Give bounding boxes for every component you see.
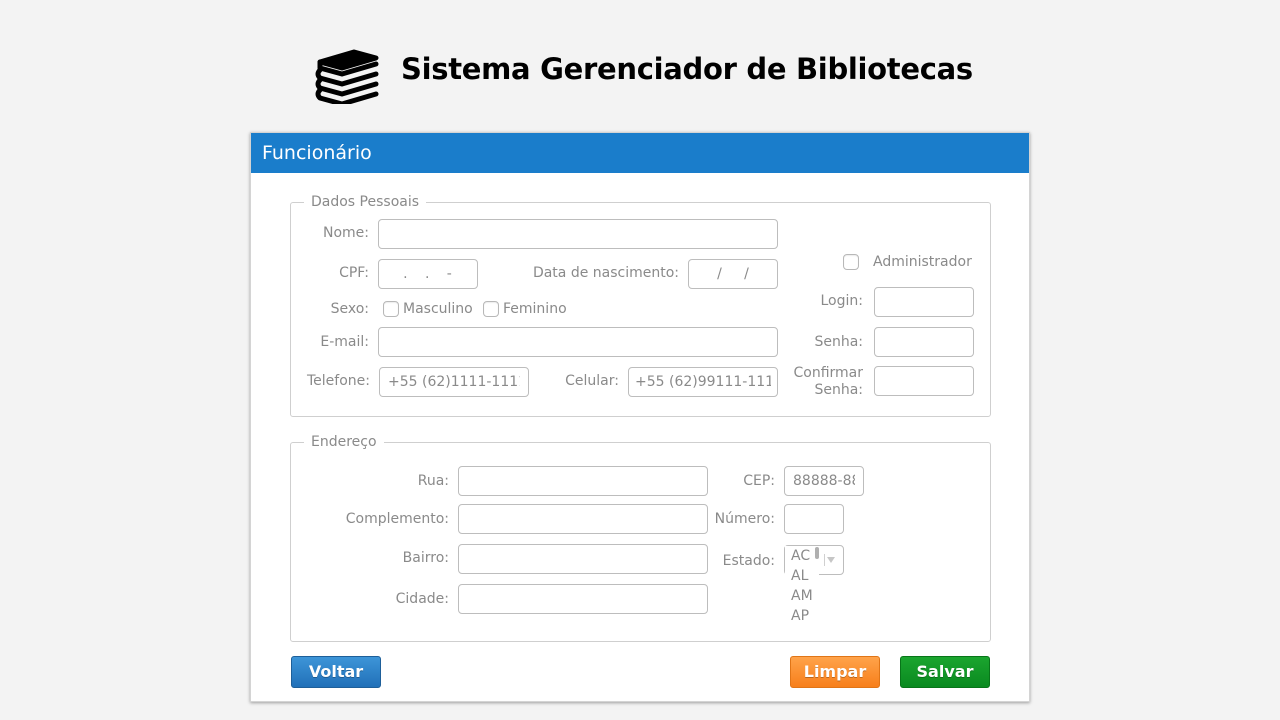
estado-scrollbar-thumb[interactable] [815,547,819,559]
feminino-label: Feminino [503,301,567,317]
feminino-checkbox[interactable] [483,301,499,317]
confirmar-label-line1: Confirmar [793,365,863,381]
numero-input[interactable] [784,504,844,534]
cidade-input[interactable] [458,584,708,614]
sexo-label: Sexo: [330,301,369,317]
estado-label: Estado: [722,553,775,569]
senha-input[interactable] [874,327,974,357]
birthdate-input[interactable]: / / [688,259,778,289]
salvar-button[interactable]: Salvar [900,656,990,688]
cep-label: CEP: [743,473,775,489]
numero-label: Número: [714,511,775,527]
cpf-mask: . . - [403,266,453,282]
cpf-label: CPF: [339,265,369,281]
estado-scrollbar[interactable] [815,547,819,627]
masculino-label: Masculino [403,301,473,317]
personal-data-legend: Dados Pessoais [304,193,427,211]
rua-input[interactable] [458,466,708,496]
app-header: Sistema Gerenciador de Bibliotecas [0,44,1280,106]
estado-option[interactable]: AM [785,586,819,606]
cep-input[interactable] [784,466,864,496]
employee-form-window: Funcionário Dados Pessoais Nome: CPF: . … [250,132,1030,702]
masculino-checkbox[interactable] [383,301,399,317]
estado-option[interactable]: AP [785,606,819,626]
estado-select[interactable]: AC AL AM AP [784,545,844,630]
cidade-label: Cidade: [395,591,449,607]
books-stack-icon [315,49,379,104]
email-input[interactable] [378,327,778,357]
limpar-button[interactable]: Limpar [790,656,880,688]
complemento-input[interactable] [458,504,708,534]
app-title: Sistema Gerenciador de Bibliotecas [401,52,973,86]
estado-option[interactable]: AL [785,566,819,586]
senha-label: Senha: [814,334,863,350]
rua-label: Rua: [417,473,449,489]
estado-dropdown-list[interactable]: AC AL AM AP [785,546,819,630]
nome-label: Nome: [322,225,369,241]
celular-label: Celular: [565,373,619,389]
estado-option[interactable]: AC [785,546,819,566]
bairro-label: Bairro: [402,550,449,566]
confirmar-label-line2: Senha: [814,382,863,398]
confirmar-senha-input[interactable] [874,366,974,396]
nome-input[interactable] [378,219,778,249]
confirmar-senha-label: Confirmar Senha: [791,365,863,399]
birthdate-mask: / / [717,266,749,282]
admin-checkbox[interactable] [843,254,859,270]
celular-input[interactable] [628,367,778,397]
voltar-button[interactable]: Voltar [291,656,381,688]
email-label: E-mail: [320,334,369,350]
address-legend: Endereço [304,433,384,451]
telefone-input[interactable] [379,367,529,397]
telefone-label: Telefone: [307,373,370,389]
birthdate-label: Data de nascimento: [532,265,679,281]
cpf-input[interactable]: . . - [378,259,478,289]
login-input[interactable] [874,287,974,317]
admin-label: Administrador [873,254,972,270]
bairro-input[interactable] [458,544,708,574]
login-label: Login: [820,293,864,309]
chevron-down-icon[interactable] [824,553,838,567]
complemento-label: Complemento: [345,511,449,527]
window-title: Funcionário [251,133,1029,173]
